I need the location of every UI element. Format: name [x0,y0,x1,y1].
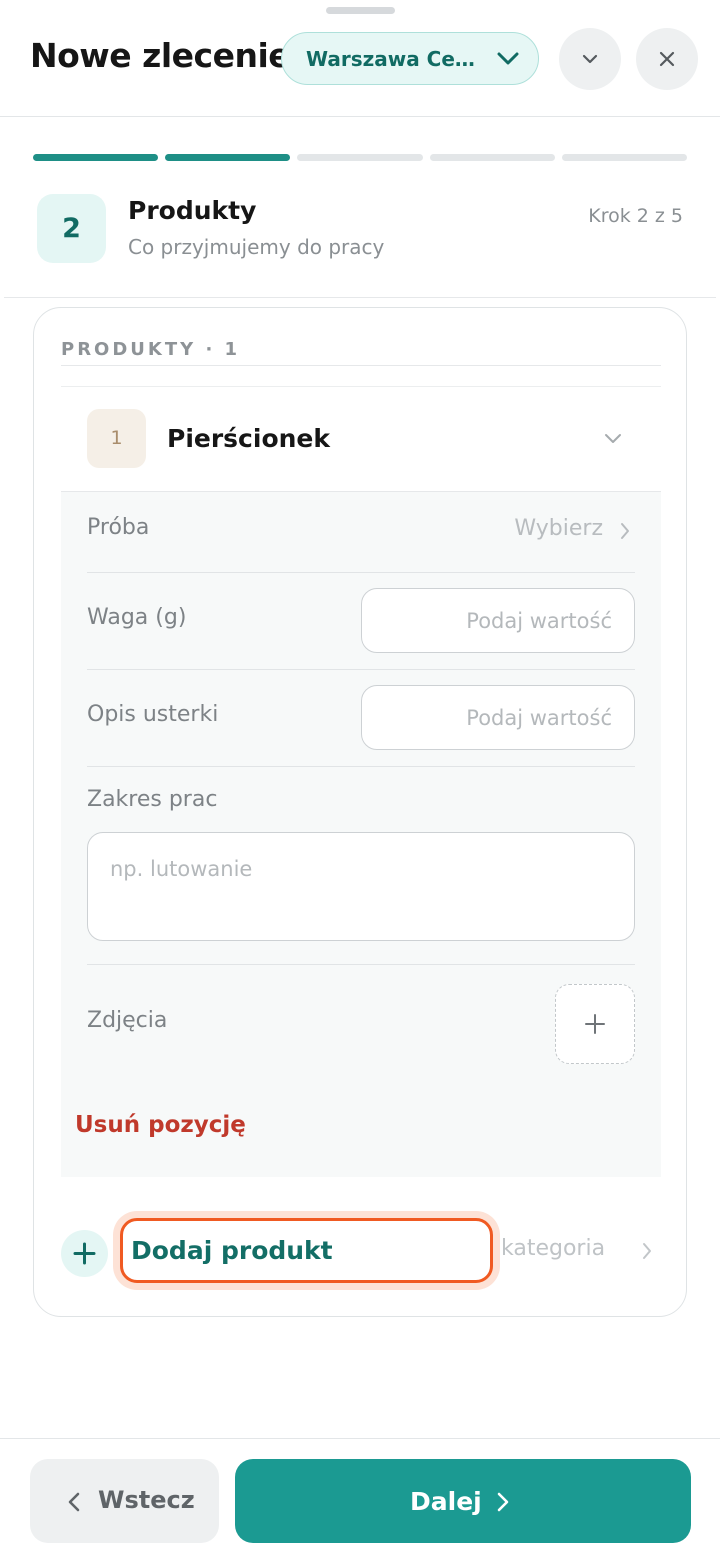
divider [4,297,716,298]
product-index-badge: 1 [87,409,146,468]
chevron-left-icon [68,1492,80,1512]
footer: Wstecz Dalej [0,1438,720,1561]
step-subtitle: Co przyjmujemy do pracy [128,235,385,259]
step-counter: Krok 2 z 5 [588,205,683,227]
add-photo-button[interactable] [555,984,635,1064]
product-item-body: Próba Wybierz Waga (g) Podaj wartość Opi… [61,491,661,1177]
divider [61,386,661,387]
chevron-down-icon [582,54,598,64]
step-number: 2 [62,213,81,244]
chevron-right-icon [643,1243,651,1259]
waga-row: Waga (g) Podaj wartość [87,588,635,653]
chevron-down-icon [497,52,519,65]
opis-placeholder: Podaj wartość [466,706,612,730]
zakres-textarea[interactable]: np. lutowanie [87,832,635,941]
plus-icon [585,1014,605,1034]
waga-label: Waga (g) [87,605,187,630]
category-label[interactable]: kategoria [501,1236,605,1261]
products-section-label: PRODUKTY · 1 [61,339,241,360]
progress-segment [562,154,687,161]
plus-icon [73,1242,96,1265]
opis-input[interactable]: Podaj wartość [361,685,635,750]
step-number-badge: 2 [37,194,106,263]
step-progress [33,154,687,162]
progress-segment [165,154,290,161]
product-index: 1 [110,427,123,449]
close-button[interactable] [636,28,698,90]
next-label: Dalej [410,1487,482,1516]
zakres-row: Zakres prac np. lutowanie [87,787,635,941]
waga-placeholder: Podaj wartość [466,609,612,633]
zdjecia-row: Zdjęcia [87,984,635,1064]
chevron-right-icon [497,1492,509,1512]
zakres-placeholder: np. lutowanie [110,857,253,881]
progress-segment [297,154,423,161]
add-product-label: Dodaj produkt [131,1236,333,1265]
location-selector[interactable]: Warszawa Ce… [281,32,539,85]
back-label: Wstecz [98,1486,195,1514]
divider [87,964,635,965]
proba-row[interactable]: Próba Wybierz [87,512,635,548]
chevron-down-icon [605,434,621,443]
page-title: Nowe zlecenie [30,36,291,75]
chevron-right-icon [621,523,629,539]
step-title: Produkty [128,196,257,225]
header: Nowe zlecenie Warszawa Ce… [0,0,720,117]
products-card: PRODUKTY · 1 1 Pierścionek Próba Wybierz… [33,307,687,1317]
waga-input[interactable]: Podaj wartość [361,588,635,653]
opis-label: Opis usterki [87,702,219,727]
proba-label: Próba [87,515,150,540]
location-label: Warszawa Ce… [306,47,475,71]
back-button[interactable]: Wstecz [30,1459,219,1543]
opis-row: Opis usterki Podaj wartość [87,685,635,750]
add-product-button[interactable]: Dodaj produkt [120,1218,493,1283]
progress-segment [33,154,158,161]
collapse-button[interactable] [559,28,621,90]
remove-item-button[interactable]: Usuń pozycję [75,1112,246,1138]
proba-picker-value[interactable]: Wybierz [514,516,603,541]
divider [87,766,635,767]
divider [87,572,635,573]
progress-segment [430,154,555,161]
add-product-plus-button[interactable] [61,1230,108,1277]
close-icon [659,51,675,67]
add-product-row: Dodaj produkt kategoria [61,1218,661,1288]
zdjecia-label: Zdjęcia [87,1008,168,1033]
product-name: Pierścionek [167,424,331,453]
product-item-header[interactable]: 1 Pierścionek [61,388,661,491]
divider [61,365,661,366]
next-button[interactable]: Dalej [235,1459,691,1543]
divider [87,669,635,670]
zakres-label: Zakres prac [87,787,218,812]
